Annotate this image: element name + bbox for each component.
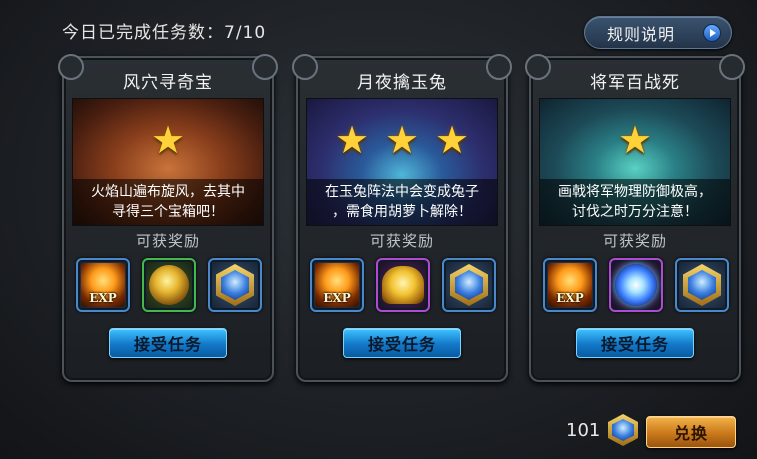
star-icon: ★ [618,118,653,162]
reward-section-label: 可获奖励 [602,232,667,250]
reward-slot[interactable] [675,258,729,312]
task-description: 在玉兔阵法中会变成兔子 ，需食用胡萝卜解除！ [307,179,497,225]
task-description: 火焰山遍布旋风，去其中 寻得三个宝箱吧！ [73,179,263,225]
reward-section-label: 可获奖励 [369,232,434,250]
exp-text: EXP [556,291,584,305]
orb-icon [615,264,657,306]
gem-icon [683,264,721,306]
reward-list: EXP [543,258,729,314]
star-icon: ★ [385,118,420,162]
reward-slot[interactable]: EXP [76,258,130,312]
task-scene-image: ★ ★ ★ 在玉兔阵法中会变成兔子 ，需食用胡萝卜解除！ [306,98,498,226]
reward-section-label: 可获奖励 [135,232,200,250]
reward-slot[interactable] [442,258,496,312]
task-title: 风穴寻奇宝 [123,73,213,93]
exp-icon: EXP [548,263,592,307]
task-scene-image: ★ 画戟将军物理防御极高， 讨伐之时万分注意！ [539,98,731,226]
rules-button[interactable]: 规则说明 [584,16,732,49]
task-description-line: 在玉兔阵法中会变成兔子 [325,184,479,200]
accept-task-button[interactable]: 接受任务 [343,328,461,358]
gem-icon [450,264,488,306]
accept-task-button[interactable]: 接受任务 [109,328,227,358]
star-icon: ★ [151,118,186,162]
star-icon: ★ [435,118,470,162]
accept-task-button[interactable]: 接受任务 [576,328,694,358]
coins-icon [149,265,189,305]
task-description-line: 画戟将军物理防御极高， [558,184,712,200]
reward-slot[interactable] [609,258,663,312]
arrow-right-icon [703,24,721,42]
task-description-line: 火焰山遍布旋风，去其中 [91,184,245,200]
top-bar: 今日已完成任务数：7/10 规则说明 [0,0,757,50]
reward-list: EXP [310,258,496,314]
reward-slot[interactable] [142,258,196,312]
difficulty-stars: ★ [540,118,730,162]
task-description-line: ，需食用胡萝卜解除！ [332,204,472,220]
gem-icon [608,414,638,446]
difficulty-stars: ★ [73,118,263,162]
task-description-line: 讨伐之时万分注意！ [572,204,698,220]
task-scene-image: ★ 火焰山遍布旋风，去其中 寻得三个宝箱吧！ [72,98,264,226]
gem-icon [216,264,254,306]
reward-slot[interactable] [208,258,262,312]
task-description: 画戟将军物理防御极高， 讨伐之时万分注意！ [540,179,730,225]
exp-icon: EXP [81,263,125,307]
task-card-2: 月夜擒玉兔 ★ ★ ★ 在玉兔阵法中会变成兔子 ，需食用胡萝卜解除！ 可获奖励 … [292,54,512,382]
task-description-line: 寻得三个宝箱吧！ [112,204,224,220]
task-title: 将军百战死 [590,73,680,93]
exp-text: EXP [89,291,117,305]
tasks-completed-counter: 今日已完成任务数：7/10 [62,23,267,43]
gold-icon [382,266,424,304]
currency-count: 101 [566,420,601,441]
star-icon: ★ [335,118,370,162]
reward-slot[interactable]: EXP [310,258,364,312]
exp-text: EXP [323,291,351,305]
reward-slot[interactable] [376,258,430,312]
rules-button-label: 规则说明 [607,24,676,44]
difficulty-stars: ★ ★ ★ [307,118,497,162]
task-card-3: 将军百战死 ★ 画戟将军物理防御极高， 讨伐之时万分注意！ 可获奖励 EXP 接… [525,54,745,382]
task-title: 月夜擒玉兔 [357,73,447,93]
reward-slot[interactable]: EXP [543,258,597,312]
task-card-1: 风穴寻奇宝 ★ 火焰山遍布旋风，去其中 寻得三个宝箱吧！ 可获奖励 EXP 接受… [58,54,278,382]
exchange-button[interactable]: 兑换 [646,416,736,448]
reward-list: EXP [76,258,262,314]
exp-icon: EXP [315,263,359,307]
